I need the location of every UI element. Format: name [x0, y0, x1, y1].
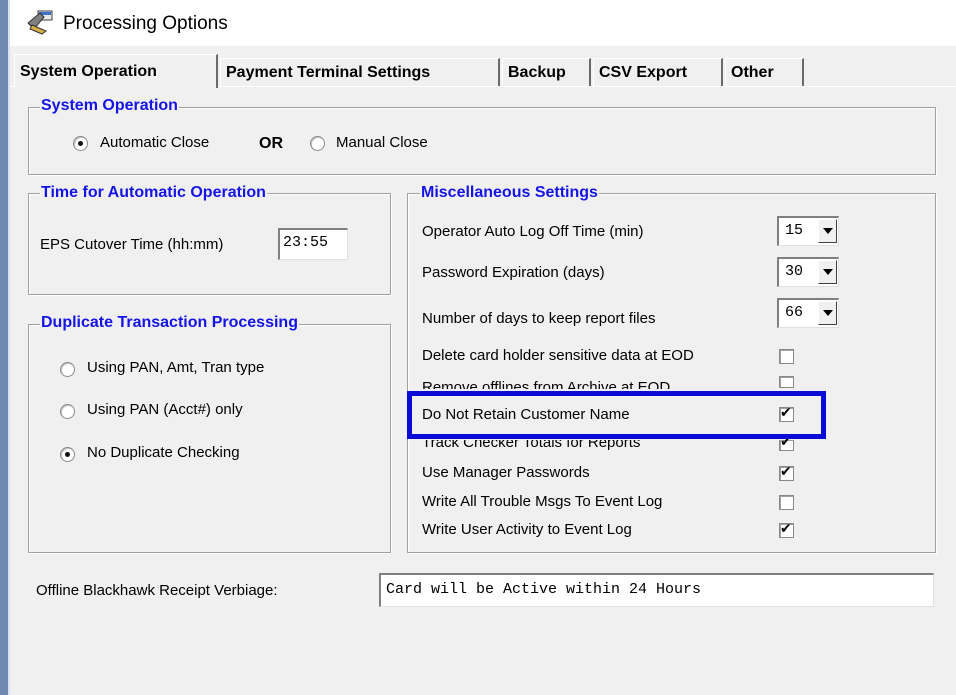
remove-offlines-checkbox[interactable] — [779, 376, 794, 388]
manager-passwords-checkbox[interactable]: ✔ — [779, 464, 794, 481]
dup-pan-amt-type-label: Using PAN, Amt, Tran type — [87, 359, 265, 376]
no-duplicate-checking-label: No Duplicate Checking — [87, 444, 240, 461]
window-title: Processing Options — [63, 13, 228, 34]
or-label: OR — [259, 135, 283, 152]
receipt-verbiage-input[interactable]: Card will be Active within 24 Hours — [379, 573, 934, 607]
delete-sensitive-data-checkbox[interactable] — [779, 349, 794, 364]
trouble-msgs-label: Write All Trouble Msgs To Event Log — [422, 493, 663, 510]
receipt-verbiage-label: Offline Blackhawk Receipt Verbiage: — [36, 582, 278, 599]
tab-system-operation[interactable]: System Operation — [14, 54, 218, 88]
manual-close-label: Manual Close — [336, 134, 428, 151]
app-icon — [27, 10, 53, 35]
tab-other[interactable]: Other — [725, 58, 804, 86]
eps-cutover-label: EPS Cutover Time (hh:mm) — [40, 236, 224, 253]
manual-close-radio[interactable] — [310, 136, 325, 151]
report-days-value: 66 — [785, 304, 804, 321]
tab-payment-terminal-settings[interactable]: Payment Terminal Settings — [220, 58, 500, 86]
eps-cutover-time-input[interactable]: 23:55 — [278, 228, 348, 260]
report-days-label: Number of days to keep report files — [422, 310, 656, 327]
tab-backup[interactable]: Backup — [502, 58, 591, 86]
dup-pan-only-radio[interactable] — [60, 404, 75, 419]
auto-logoff-select[interactable]: 15 — [777, 216, 839, 246]
duplicate-processing-group-title: Duplicate Transaction Processing — [40, 314, 299, 332]
remove-offlines-label: Remove offlines from Archive at EOD — [422, 379, 671, 389]
checkmark-icon: ✔ — [780, 521, 792, 537]
chevron-down-icon[interactable] — [818, 219, 837, 243]
window-border — [0, 0, 8, 695]
trouble-msgs-checkbox[interactable] — [779, 495, 794, 510]
highlight-box — [407, 391, 826, 439]
automatic-close-radio[interactable] — [73, 136, 88, 151]
automatic-operation-group-title: Time for Automatic Operation — [40, 184, 267, 202]
manager-passwords-label: Use Manager Passwords — [422, 464, 590, 481]
track-checker-checkbox[interactable]: ✔ — [779, 434, 794, 451]
automatic-close-label: Automatic Close — [100, 134, 210, 151]
no-duplicate-checking-radio[interactable] — [60, 447, 75, 462]
user-activity-label: Write User Activity to Event Log — [422, 521, 632, 538]
misc-settings-group-title: Miscellaneous Settings — [420, 184, 599, 202]
auto-logoff-label: Operator Auto Log Off Time (min) — [422, 223, 644, 240]
report-days-select[interactable]: 66 — [777, 298, 839, 328]
title-bar[interactable]: Processing Options — [10, 0, 956, 46]
password-expiration-select[interactable]: 30 — [777, 257, 839, 287]
dup-pan-amt-type-radio[interactable] — [60, 362, 75, 377]
dup-pan-only-label: Using PAN (Acct#) only — [87, 401, 243, 418]
checkmark-icon: ✔ — [780, 464, 792, 480]
track-checker-row: Track Checker Totals for Reports — [422, 440, 722, 453]
system-operation-group-title: System Operation — [40, 97, 179, 115]
password-expiration-value: 30 — [785, 263, 804, 280]
password-expiration-label: Password Expiration (days) — [422, 264, 605, 281]
chevron-down-icon[interactable] — [818, 260, 837, 284]
processing-options-window: Processing Options System Operation Paym… — [0, 0, 956, 695]
auto-logoff-value: 15 — [785, 222, 804, 239]
track-checker-label: Track Checker Totals for Reports — [422, 440, 641, 451]
user-activity-checkbox[interactable]: ✔ — [779, 521, 794, 538]
chevron-down-icon[interactable] — [818, 301, 837, 325]
delete-sensitive-data-label: Delete card holder sensitive data at EOD — [422, 347, 694, 364]
tab-csv-export[interactable]: CSV Export — [593, 58, 723, 86]
